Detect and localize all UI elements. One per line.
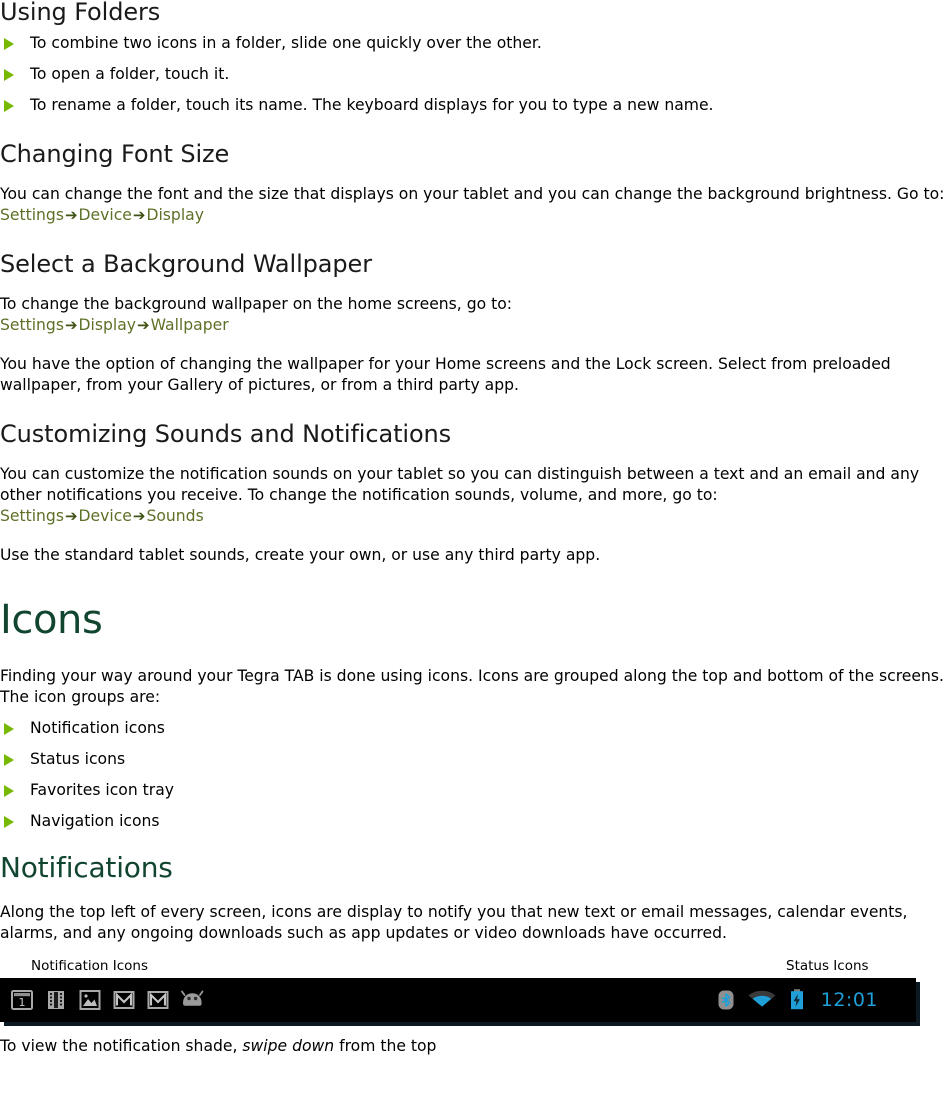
- nav-path-step[interactable]: Settings: [0, 507, 64, 525]
- heading-select-wallpaper: Select a Background Wallpaper: [0, 250, 372, 278]
- notification-icons-group: 1: [9, 978, 207, 1022]
- nav-path-step[interactable]: Settings: [0, 206, 64, 224]
- list-item-label: To open a folder, touch it.: [30, 65, 230, 83]
- android-head-icon[interactable]: [179, 987, 207, 1013]
- heading-customizing-sounds: Customizing Sounds and Notifications: [0, 420, 452, 448]
- nav-path-step[interactable]: Device: [79, 206, 132, 224]
- heading-notifications: Notifications: [0, 851, 173, 884]
- status-icons-group: 12:01: [716, 978, 878, 1022]
- wifi-icon[interactable]: [747, 987, 777, 1013]
- list-item: To combine two icons in a folder, slide …: [0, 33, 952, 54]
- hint-prefix: To view the notification shade,: [0, 1037, 243, 1055]
- list-item: Navigation icons: [0, 811, 952, 832]
- list-item: Favorites icon tray: [0, 780, 952, 801]
- paragraph-customizing-sounds-2: Use the standard tablet sounds, create y…: [0, 546, 601, 564]
- bullet-triangle-icon: [4, 785, 14, 797]
- film-strip-icon[interactable]: [43, 987, 69, 1013]
- android-status-bar: 1 12:01: [0, 978, 916, 1022]
- bluetooth-icon[interactable]: [716, 987, 736, 1013]
- paragraph-notification-shade-hint: To view the notification shade, swipe do…: [0, 1036, 952, 1057]
- hint-gesture: swipe down: [242, 1037, 335, 1055]
- bullet-triangle-icon: [4, 816, 14, 828]
- gmail-icon[interactable]: [145, 987, 171, 1013]
- bullet-triangle-icon: [4, 38, 14, 50]
- heading-icons-chapter: Icons: [0, 597, 103, 643]
- nav-path-display: Settings➔Device➔Display: [0, 205, 952, 226]
- arrow-right-icon: ➔: [64, 316, 78, 334]
- nav-path-step[interactable]: Wallpaper: [151, 316, 229, 334]
- nav-path-step[interactable]: Device: [79, 507, 132, 525]
- bullet-triangle-icon: [4, 69, 14, 81]
- arrow-right-icon: ➔: [132, 206, 146, 224]
- document-page: Using Folders To combine two icons in a …: [0, 0, 952, 1118]
- list-item-label: To combine two icons in a folder, slide …: [30, 34, 542, 52]
- bullet-triangle-icon: [4, 723, 14, 735]
- status-bar-clock[interactable]: 12:01: [821, 989, 878, 1011]
- nav-path-step[interactable]: Display: [79, 316, 136, 334]
- list-item: To rename a folder, touch its name. The …: [0, 95, 952, 116]
- hint-suffix: from the top: [334, 1037, 437, 1055]
- paragraph-select-wallpaper: To change the background wallpaper on th…: [0, 295, 513, 313]
- list-item-label: Notification icons: [30, 719, 165, 737]
- heading-changing-font-size: Changing Font Size: [0, 140, 230, 168]
- figure-labels: Notification Icons Status Icons: [0, 956, 952, 978]
- label-notification-icons: Notification Icons: [31, 958, 149, 974]
- status-bar-figure: Notification Icons Status Icons 1 12:01: [0, 956, 952, 1022]
- paragraph-icons: Finding your way around your Tegra TAB i…: [0, 667, 944, 706]
- heading-using-folders: Using Folders: [0, 0, 161, 26]
- svg-text:1: 1: [19, 996, 26, 1009]
- nav-path-wallpaper: Settings➔Display➔Wallpaper: [0, 315, 952, 336]
- nav-path-sounds: Settings➔Device➔Sounds: [0, 506, 952, 527]
- list-item: Status icons: [0, 749, 952, 770]
- battery-charging-icon[interactable]: [788, 987, 806, 1013]
- paragraph-customizing-sounds: You can customize the notification sound…: [0, 465, 920, 504]
- nav-path-step[interactable]: Display: [146, 206, 203, 224]
- list-item: Notification icons: [0, 718, 952, 739]
- arrow-right-icon: ➔: [64, 206, 78, 224]
- list-item-label: Favorites icon tray: [30, 781, 174, 799]
- list-item-label: To rename a folder, touch its name. The …: [30, 96, 714, 114]
- list-item-label: Navigation icons: [30, 812, 160, 830]
- list-item: To open a folder, touch it.: [0, 64, 952, 85]
- list-icon-groups: Notification icons Status icons Favorite…: [0, 718, 952, 832]
- arrow-right-icon: ➔: [132, 507, 146, 525]
- bullet-triangle-icon: [4, 754, 14, 766]
- paragraph-select-wallpaper-2: You have the option of changing the wall…: [0, 355, 891, 394]
- calendar-icon[interactable]: 1: [9, 987, 35, 1013]
- list-using-folders: To combine two icons in a folder, slide …: [0, 33, 952, 116]
- photo-gallery-icon[interactable]: [77, 987, 103, 1013]
- paragraph-changing-font-size: You can change the font and the size tha…: [0, 185, 945, 203]
- bullet-triangle-icon: [4, 100, 14, 112]
- nav-path-step[interactable]: Sounds: [146, 507, 203, 525]
- label-status-icons: Status Icons: [786, 958, 869, 974]
- nav-path-step[interactable]: Settings: [0, 316, 64, 334]
- arrow-right-icon: ➔: [137, 316, 150, 334]
- gmail-icon[interactable]: [111, 987, 137, 1013]
- arrow-right-icon: ➔: [64, 507, 78, 525]
- paragraph-notifications: Along the top left of every screen, icon…: [0, 903, 908, 942]
- list-item-label: Status icons: [30, 750, 126, 768]
